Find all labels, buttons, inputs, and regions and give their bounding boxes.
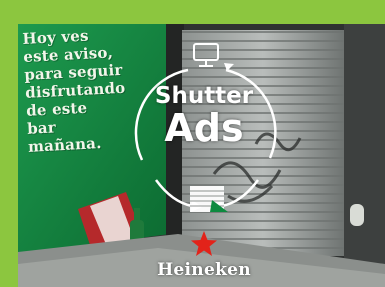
- green-frame: Hoy ves este aviso, para seguir disfruta…: [0, 0, 385, 287]
- monitor-icon: [193, 43, 219, 67]
- star-icon: [191, 231, 217, 256]
- storefront-photo: Hoy ves este aviso, para seguir disfruta…: [18, 24, 385, 287]
- brand-logo: Heineken: [157, 260, 251, 280]
- title-line-2: Ads: [164, 106, 244, 150]
- shutter-ads-title: Shutter Ads: [124, 84, 284, 148]
- title-line-1: Shutter: [154, 83, 254, 109]
- shutter-icon: [190, 186, 228, 212]
